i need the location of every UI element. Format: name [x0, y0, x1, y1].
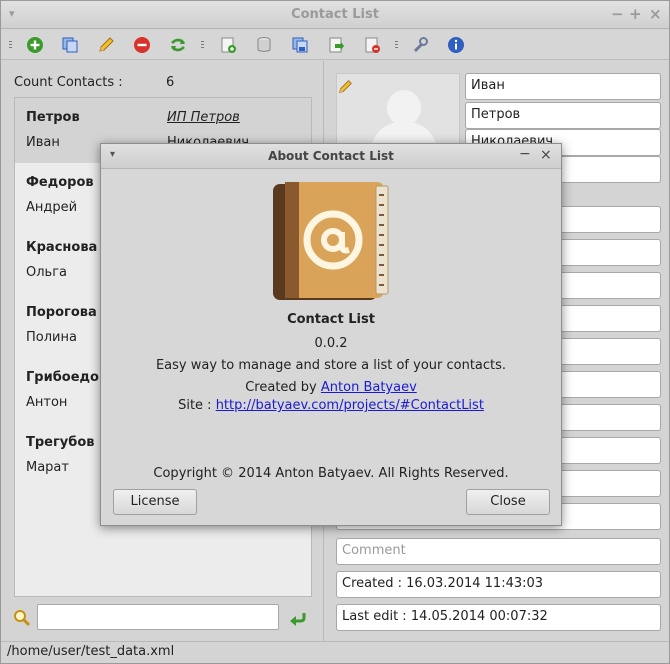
author-link[interactable]: Anton Batyaev — [321, 380, 417, 395]
contact-last-name: Грибоедов — [26, 370, 108, 385]
comment-field[interactable]: Comment — [336, 538, 661, 565]
search-go-icon[interactable] — [289, 609, 307, 627]
contact-first-name: Марат — [26, 460, 69, 475]
contact-last-name: Порогова — [26, 305, 97, 320]
about-site-label: Site : — [178, 398, 216, 413]
search-icon — [14, 610, 31, 627]
contact-first-name: Андрей — [26, 200, 78, 215]
toolbar-separator — [395, 41, 398, 50]
address-book-icon — [273, 182, 389, 300]
toolbar — [1, 30, 669, 60]
window-title: Contact List — [291, 7, 379, 22]
add-contact-icon[interactable] — [26, 36, 44, 54]
close-file-icon[interactable] — [363, 36, 381, 54]
maximize-button[interactable]: + — [629, 5, 642, 23]
search-input[interactable] — [37, 604, 279, 630]
about-app-name: Contact List — [287, 312, 375, 327]
about-created-label: Created by — [245, 380, 321, 395]
close-dialog-button[interactable]: Close — [466, 489, 550, 515]
about-copyright: Copyright © 2014 Anton Batyaev. All Righ… — [153, 466, 509, 481]
contact-first-name: Антон — [26, 395, 68, 410]
copy-contact-icon[interactable] — [61, 36, 79, 54]
contact-last-name: Краснова — [26, 240, 98, 255]
avatar-head — [387, 90, 421, 126]
about-minimize-button[interactable]: − — [519, 146, 531, 162]
export-icon[interactable] — [327, 36, 345, 54]
about-dialog: ▾ About Contact List − × Contact List 0.… — [100, 143, 562, 526]
first-name-field[interactable]: Иван — [465, 73, 661, 100]
contact-company: ИП Петров — [167, 110, 240, 125]
edit-contact-icon[interactable] — [97, 36, 115, 54]
toolbar-handle[interactable] — [9, 41, 12, 50]
save-icon[interactable] — [291, 36, 309, 54]
license-button[interactable]: License — [113, 489, 197, 515]
contact-last-name: Петров — [26, 110, 80, 125]
info-icon[interactable] — [447, 36, 465, 54]
minimize-button[interactable]: − — [611, 5, 624, 23]
settings-icon[interactable] — [411, 36, 429, 54]
about-author-line: Created by Anton Batyaev — [101, 380, 561, 395]
about-title: About Contact List — [268, 149, 394, 163]
toolbar-separator — [201, 41, 204, 50]
database-icon[interactable] — [255, 36, 273, 54]
about-close-icon[interactable]: × — [540, 147, 552, 163]
refresh-icon[interactable] — [169, 36, 187, 54]
contact-first-name: Ольга — [26, 265, 67, 280]
new-file-icon[interactable] — [219, 36, 237, 54]
count-contacts-value: 6 — [166, 75, 175, 90]
contact-last-name: Трегубов — [26, 435, 95, 450]
about-description: Easy way to manage and store a list of y… — [155, 358, 507, 373]
delete-contact-icon[interactable] — [133, 36, 151, 54]
edit-photo-icon[interactable] — [337, 79, 353, 95]
close-button[interactable]: × — [649, 5, 662, 23]
contact-last-name: Федоров — [26, 175, 94, 190]
about-title-bar[interactable]: ▾ About Contact List − × — [101, 144, 561, 169]
contact-first-name: Иван — [26, 135, 60, 150]
site-link[interactable]: http://batyaev.com/projects/#ContactList — [216, 398, 484, 413]
status-bar: /home/user/test_data.xml — [1, 641, 669, 663]
title-bar[interactable]: ▾ Contact List − + × — [1, 1, 669, 29]
created-field: Created : 16.03.2014 11:43:03 — [336, 571, 661, 598]
about-site-line: Site : http://batyaev.com/projects/#Cont… — [101, 398, 561, 413]
last-edit-field: Last edit : 14.05.2014 00:07:32 — [336, 604, 661, 631]
about-version: 0.0.2 — [314, 336, 348, 351]
contact-first-name: Полина — [26, 330, 77, 345]
count-contacts-label: Count Contacts : — [14, 75, 123, 90]
last-name-field[interactable]: Петров — [465, 102, 661, 129]
file-path: /home/user/test_data.xml — [7, 644, 175, 659]
